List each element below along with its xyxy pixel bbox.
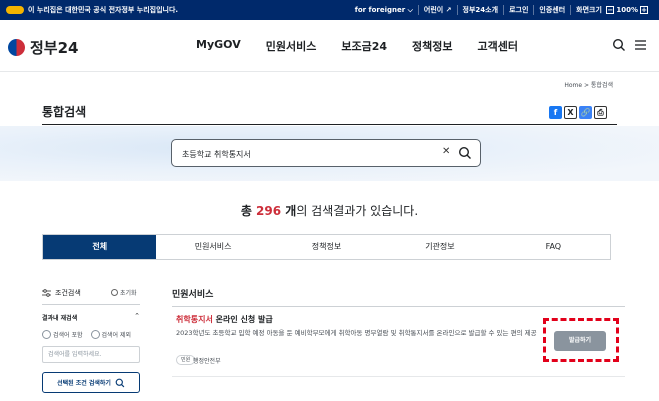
summary-suffix: 의 검색결과가 있습니다. <box>296 204 419 218</box>
print-icon[interactable]: ⎙ <box>594 106 607 119</box>
hamburger-menu-icon[interactable] <box>634 39 647 51</box>
result-count: 296 <box>256 204 282 218</box>
share-buttons: f X 🔗 ⎙ <box>549 106 607 119</box>
tab-faq[interactable]: FAQ <box>497 235 610 259</box>
nav-mygov[interactable]: MyGOV <box>196 38 241 54</box>
breadcrumb[interactable]: Home > 통합검색 <box>564 80 613 89</box>
result-title[interactable]: 취학통지서 온라인 신청 발급 <box>176 314 273 325</box>
logo-text: 정부24 <box>30 39 79 57</box>
radio-circle-icon <box>90 330 100 339</box>
exclude-label: 검색어 제외 <box>101 332 132 339</box>
x-share-icon[interactable]: X <box>564 106 577 119</box>
reset-button[interactable]: 초기화 <box>111 288 137 297</box>
search-icon[interactable] <box>612 38 626 52</box>
screen-size-label: 화면크기 <box>576 6 602 14</box>
within-search-title: 결과내 재검색 <box>42 315 78 322</box>
government-mark-icon <box>6 6 24 14</box>
title-divider <box>42 124 617 125</box>
official-notice: 이 누리집은 대한민국 공식 전자정부 누리집입니다. <box>28 6 179 14</box>
taegeuk-logo-icon <box>8 39 25 56</box>
page-title: 통합검색 <box>42 105 87 119</box>
foreigner-link[interactable]: for foreigner ⌵ <box>350 6 418 15</box>
zoom-level: 100% <box>616 6 638 14</box>
search-input[interactable] <box>182 146 432 162</box>
within-search-header[interactable]: 결과내 재검색 ⌃ <box>42 312 140 322</box>
about-link[interactable]: 정부24소개 <box>456 5 504 15</box>
exclude-radio[interactable]: 검색어 제외 <box>90 330 132 339</box>
refresh-icon <box>111 289 118 296</box>
chevron-up-icon[interactable]: ⌃ <box>134 312 140 320</box>
main-nav: MyGOV 민원서비스 보조금24 정책정보 고객센터 <box>196 38 543 54</box>
section-title: 민원서비스 <box>172 290 214 300</box>
nav-civil-services[interactable]: 민원서비스 <box>266 38 317 54</box>
tab-all[interactable]: 전체 <box>43 235 157 259</box>
result-divider <box>172 376 625 377</box>
filter-sliders-icon <box>42 289 51 297</box>
within-search-options: 검색어 포함 검색어 제외 <box>42 330 131 339</box>
search-icon <box>115 378 125 387</box>
nav-customer-center[interactable]: 고객센터 <box>477 38 517 54</box>
clear-search-icon[interactable]: ✕ <box>442 146 450 157</box>
site-header: 정부24 MyGOV 민원서비스 보조금24 정책정보 고객센터 <box>0 20 659 72</box>
link-copy-icon[interactable]: 🔗 <box>579 106 592 119</box>
within-search-input[interactable] <box>42 346 140 363</box>
nav-policy-info[interactable]: 정책정보 <box>412 38 452 54</box>
auth-center-link[interactable]: 인증센터 <box>533 5 570 15</box>
tab-policy-info[interactable]: 정책정보 <box>270 235 383 259</box>
tab-civil-services[interactable]: 민원서비스 <box>156 235 269 259</box>
kids-link[interactable]: 어린이 ↗ <box>417 5 457 15</box>
search-submit-icon[interactable] <box>458 146 472 160</box>
radio-circle-icon <box>42 330 51 339</box>
result-title-highlight: 취학통지서 <box>176 315 213 324</box>
zoom-in-button[interactable]: + <box>640 6 648 14</box>
nav-subsidy24[interactable]: 보조금24 <box>341 38 387 54</box>
site-logo[interactable]: 정부24 <box>8 37 78 58</box>
zoom-out-button[interactable]: − <box>606 6 615 14</box>
tab-agency-info[interactable]: 기관정보 <box>383 235 496 259</box>
result-summary: 총 296 개의 검색결과가 있습니다. <box>0 202 659 219</box>
screen-size-control: 화면크기 −100% + <box>570 5 655 15</box>
apply-filter-label: 선택된 조건 검색하기 <box>57 380 111 387</box>
filter-title: 조건검색 <box>55 289 81 297</box>
annotation-highlight-box <box>543 318 619 362</box>
section-divider <box>172 306 625 307</box>
search-box: ✕ <box>171 139 481 167</box>
apply-filter-button[interactable]: 선택된 조건 검색하기 <box>42 372 140 393</box>
summary-prefix: 총 <box>240 204 257 218</box>
result-title-rest: 온라인 신청 발급 <box>212 315 273 324</box>
facebook-share-icon[interactable]: f <box>549 106 562 119</box>
result-tabs: 전체 민원서비스 정책정보 기관정보 FAQ <box>42 234 611 260</box>
utility-links: for foreigner ⌵ 어린이 ↗ 정부24소개 로그인 인증센터 화면… <box>350 0 655 20</box>
login-link[interactable]: 로그인 <box>503 5 533 15</box>
agency-name: 행정안전부 <box>193 358 221 365</box>
summary-unit: 개 <box>281 204 297 218</box>
top-utility-bar: 이 누리집은 대한민국 공식 전자정부 누리집입니다. for foreigne… <box>0 0 659 20</box>
reset-label: 초기화 <box>120 290 137 297</box>
result-description: 2023학년도 초등학교 입학 예정 아동을 둔 예비학부모에게 취학아동 명부… <box>176 329 537 337</box>
include-label: 검색어 포함 <box>53 332 83 339</box>
include-radio[interactable]: 검색어 포함 <box>42 330 83 339</box>
filter-divider <box>42 304 140 305</box>
